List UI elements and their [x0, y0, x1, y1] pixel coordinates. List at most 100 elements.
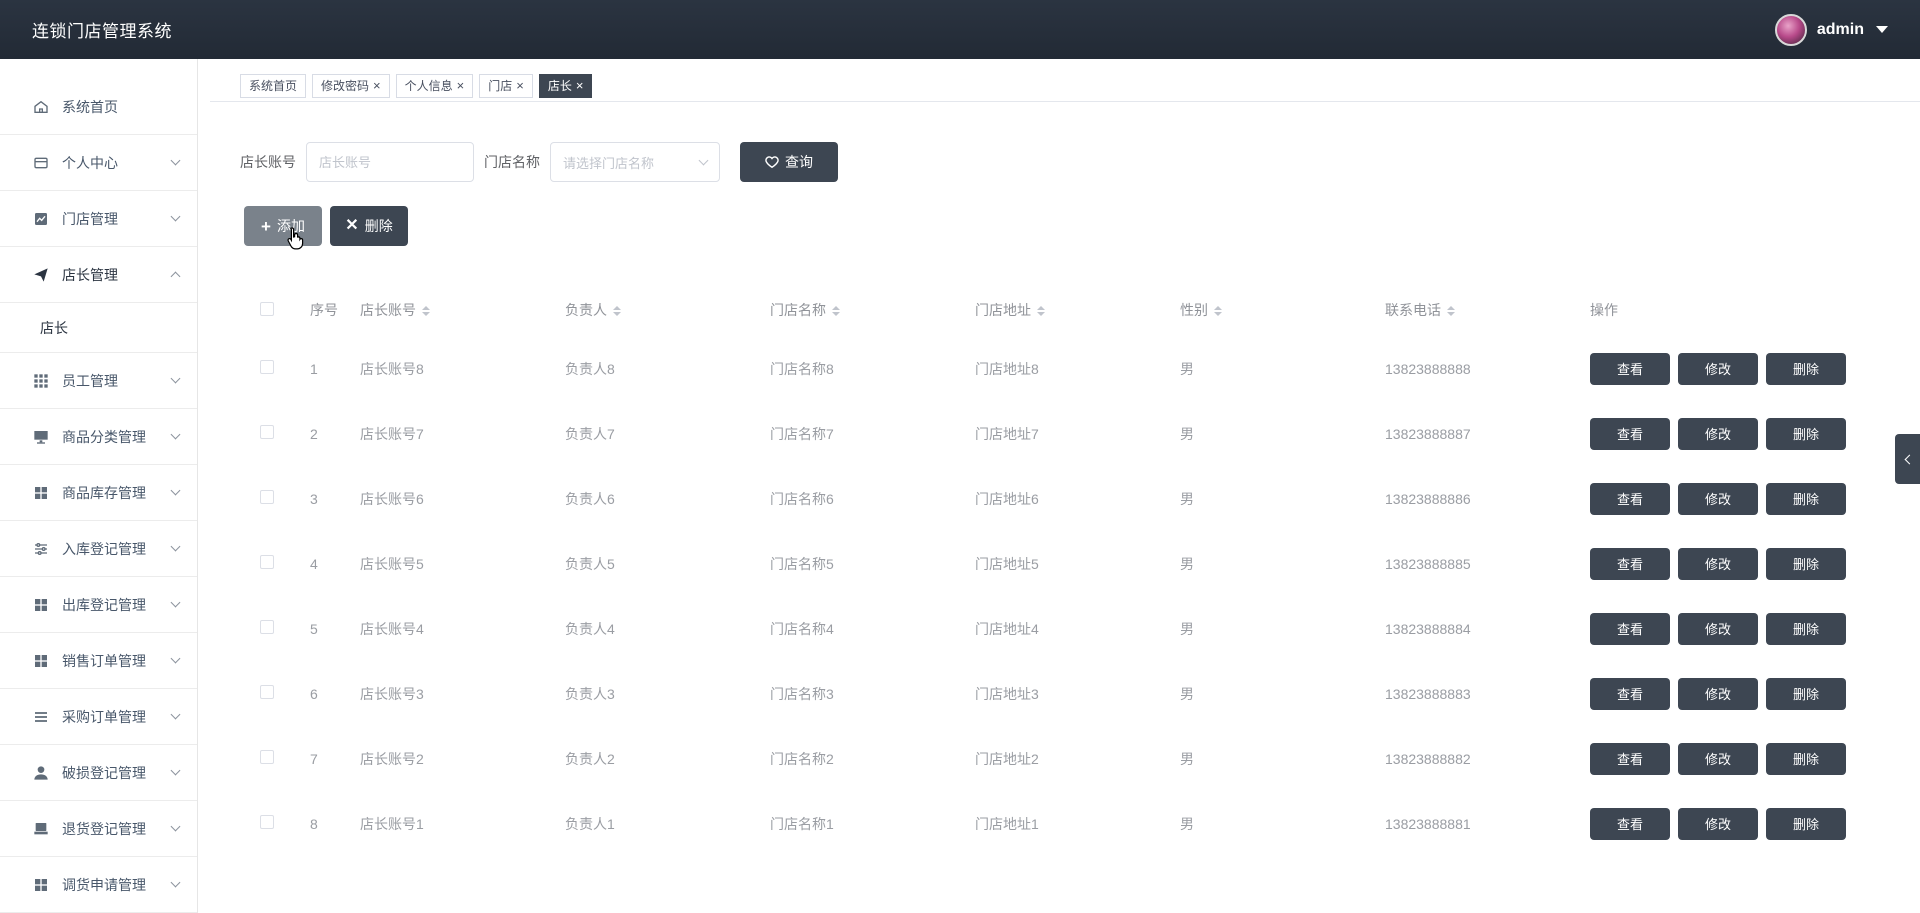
sidebar-item[interactable]: 出库登记管理	[0, 577, 197, 633]
cell-no: 4	[310, 555, 318, 572]
edit-button[interactable]: 修改	[1678, 742, 1758, 775]
chevron-down-icon	[170, 653, 181, 664]
sort-icon[interactable]	[613, 306, 621, 317]
chevron-down-icon	[170, 597, 181, 608]
account-input[interactable]	[306, 142, 474, 182]
row-checkbox[interactable]	[260, 685, 274, 699]
edit-button[interactable]: 修改	[1678, 482, 1758, 515]
delete-button[interactable]: 删除	[1766, 352, 1846, 385]
close-icon[interactable]: ×	[457, 79, 465, 92]
sort-icon[interactable]	[1214, 306, 1222, 317]
sidebar-item[interactable]: 破损登记管理	[0, 745, 197, 801]
row-checkbox[interactable]	[260, 555, 274, 569]
sidebar-item[interactable]: 调货申请管理	[0, 857, 197, 913]
sidebar-item[interactable]: 商品库存管理	[0, 465, 197, 521]
apps-icon	[32, 484, 50, 502]
edit-button[interactable]: 修改	[1678, 417, 1758, 450]
sidebar-item[interactable]: 商品分类管理	[0, 409, 197, 465]
row-checkbox[interactable]	[260, 620, 274, 634]
row-checkbox[interactable]	[260, 490, 274, 504]
avatar[interactable]	[1774, 13, 1807, 46]
close-icon[interactable]: ×	[516, 79, 524, 92]
sort-icon[interactable]	[1447, 306, 1455, 317]
monitor-icon	[32, 428, 50, 446]
cell-store-name: 门店名称7	[770, 425, 834, 442]
row-checkbox[interactable]	[260, 425, 274, 439]
user-menu[interactable]: admin	[1774, 13, 1888, 46]
chevron-down-icon	[170, 373, 181, 384]
user-icon	[32, 764, 50, 782]
header-gender[interactable]: 性别	[1180, 300, 1385, 320]
header-phone[interactable]: 联系电话	[1385, 300, 1590, 320]
delete-button[interactable]: 删除	[1766, 482, 1846, 515]
delete-button[interactable]: 删除	[1766, 677, 1846, 710]
view-button[interactable]: 查看	[1590, 547, 1670, 580]
header-store-address[interactable]: 门店地址	[975, 300, 1180, 320]
header-owner[interactable]: 负责人	[565, 300, 770, 320]
tab-tag[interactable]: 店长 ×	[538, 73, 593, 98]
row-checkbox[interactable]	[260, 815, 274, 829]
table-row: 4 店长账号5 负责人5 门店名称5 门店地址5 男 13823888885 查看 修改 删除	[240, 531, 1880, 596]
delete-button[interactable]: 删除	[1766, 807, 1846, 840]
tab-tag[interactable]: 个人信息 ×	[395, 73, 474, 98]
sidebar-item[interactable]: 个人中心	[0, 135, 197, 191]
cell-account: 店长账号2	[360, 750, 424, 767]
select-all-checkbox[interactable]	[260, 301, 274, 316]
tab-tag[interactable]: 系统首页	[240, 73, 307, 98]
sidebar-item[interactable]: 系统首页	[0, 79, 197, 135]
sidebar-item[interactable]: 店长管理	[0, 247, 197, 303]
sidebar-subitem[interactable]: 店长	[0, 303, 197, 353]
tab-tag[interactable]: 门店 ×	[479, 73, 533, 98]
header-store-name[interactable]: 门店名称	[770, 300, 975, 320]
view-button[interactable]: 查看	[1590, 742, 1670, 775]
header-account[interactable]: 店长账号	[360, 300, 565, 320]
view-button[interactable]: 查看	[1590, 417, 1670, 450]
query-button[interactable]: 查询	[740, 142, 838, 182]
sort-icon[interactable]	[1037, 306, 1045, 317]
bulk-delete-button[interactable]: ✕ 删除	[330, 206, 408, 246]
collapse-handle[interactable]	[1895, 434, 1920, 484]
edit-button[interactable]: 修改	[1678, 807, 1758, 840]
chevron-left-icon	[1904, 454, 1914, 464]
view-button[interactable]: 查看	[1590, 482, 1670, 515]
user-name[interactable]: admin	[1817, 21, 1864, 39]
top-header: 连锁门店管理系统 admin	[0, 0, 1920, 59]
sort-icon[interactable]	[422, 306, 430, 317]
close-icon[interactable]: ×	[373, 79, 381, 92]
cell-ops: 查看 修改 删除	[1590, 742, 1880, 775]
view-button[interactable]: 查看	[1590, 612, 1670, 645]
sidebar-item[interactable]: 入库登记管理	[0, 521, 197, 577]
view-button[interactable]: 查看	[1590, 807, 1670, 840]
edit-button[interactable]: 修改	[1678, 547, 1758, 580]
sort-icon[interactable]	[832, 306, 840, 317]
tab-tag[interactable]: 修改密码 ×	[312, 73, 390, 98]
delete-button[interactable]: 删除	[1766, 417, 1846, 450]
row-checkbox[interactable]	[260, 750, 274, 764]
close-icon[interactable]: ×	[576, 79, 584, 92]
delete-button[interactable]: 删除	[1766, 612, 1846, 645]
row-checkbox[interactable]	[260, 360, 274, 374]
edit-button[interactable]: 修改	[1678, 612, 1758, 645]
delete-button[interactable]: 删除	[1766, 547, 1846, 580]
apps-icon	[32, 876, 50, 894]
sidebar-item[interactable]: 门店管理	[0, 191, 197, 247]
app-title: 连锁门店管理系统	[32, 22, 172, 41]
sidebar-item[interactable]: 退货登记管理	[0, 801, 197, 857]
view-button[interactable]: 查看	[1590, 352, 1670, 385]
cell-gender: 男	[1180, 750, 1194, 767]
delete-button[interactable]: 删除	[1766, 742, 1846, 775]
cell-store-name: 门店名称8	[770, 360, 834, 377]
apps-icon	[32, 652, 50, 670]
view-button[interactable]: 查看	[1590, 677, 1670, 710]
sidebar-item[interactable]: 员工管理	[0, 353, 197, 409]
account-label: 店长账号	[240, 154, 296, 170]
edit-button[interactable]: 修改	[1678, 352, 1758, 385]
add-button[interactable]: + 添加	[244, 206, 322, 246]
caret-down-icon[interactable]	[1876, 26, 1888, 33]
sidebar-item-label: 商品库存管理	[62, 484, 146, 501]
cell-ops: 查看 修改 删除	[1590, 612, 1880, 645]
sidebar-item[interactable]: 销售订单管理	[0, 633, 197, 689]
edit-button[interactable]: 修改	[1678, 677, 1758, 710]
sidebar-item[interactable]: 采购订单管理	[0, 689, 197, 745]
store-select[interactable]: 请选择门店名称	[550, 142, 720, 182]
